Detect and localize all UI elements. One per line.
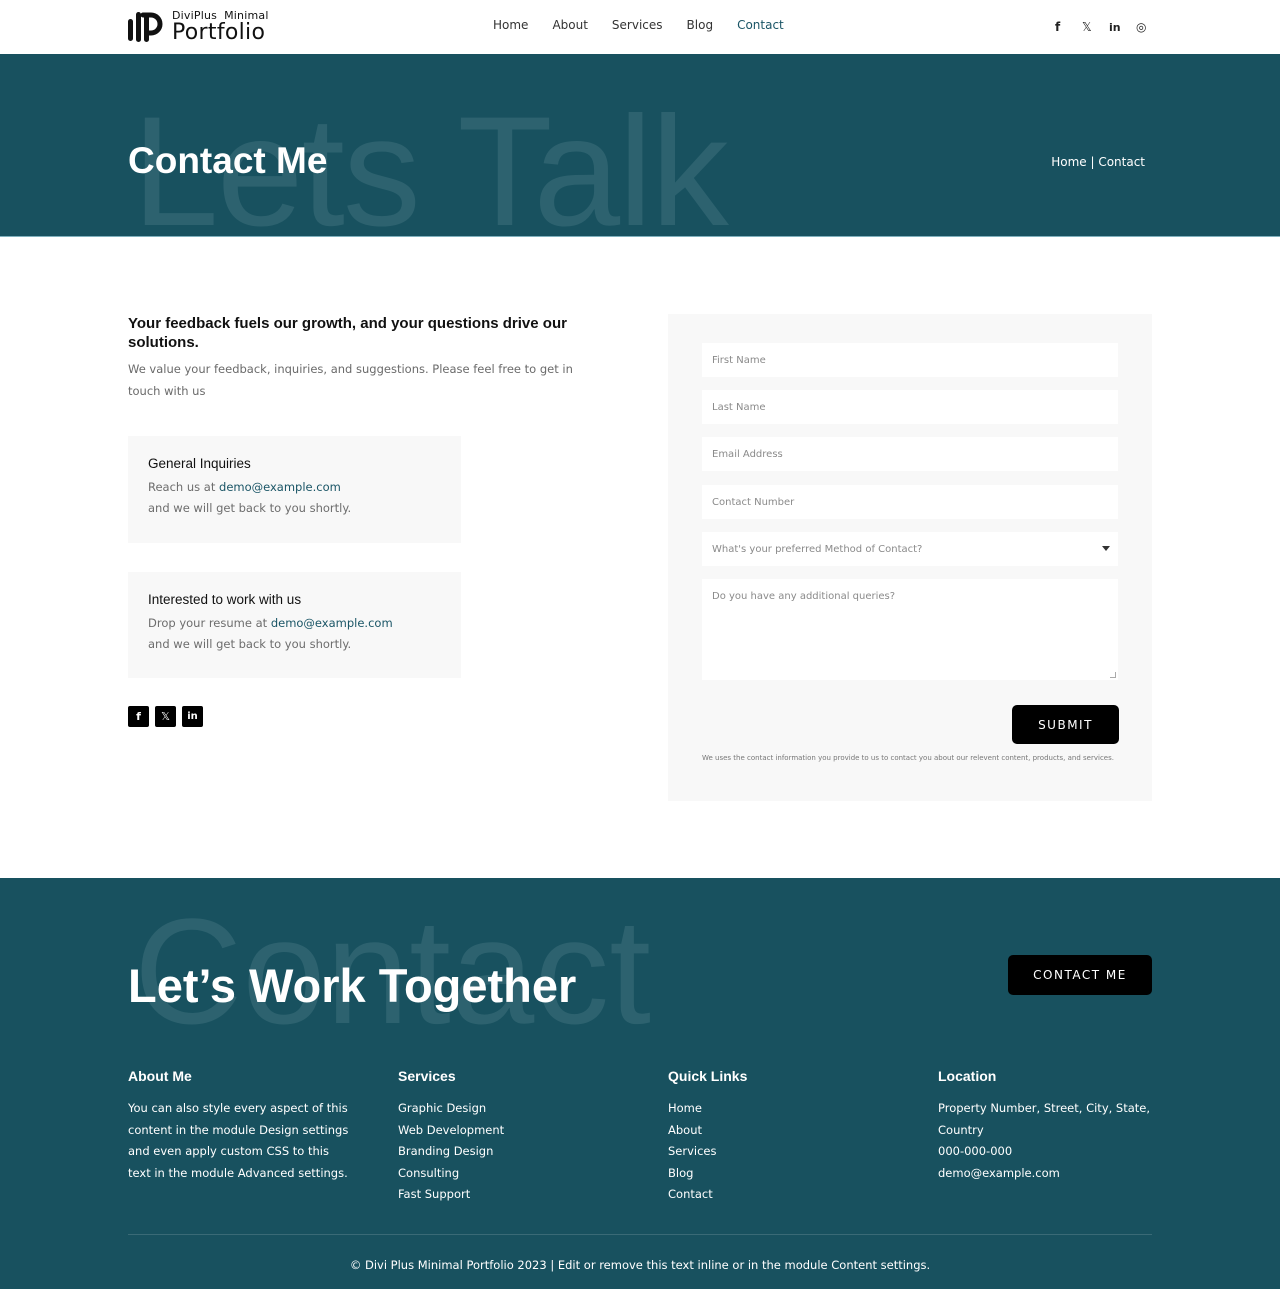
card-text-suffix: and we will get back to you shortly. xyxy=(148,501,352,515)
card-text-prefix: Drop your resume at xyxy=(148,616,271,630)
service-link[interactable]: Consulting xyxy=(398,1163,504,1185)
facebook-icon[interactable]: f xyxy=(1055,19,1082,35)
submit-button[interactable]: SUBMIT xyxy=(1012,705,1119,744)
work-with-us-card: Interested to work with us Drop your res… xyxy=(128,572,461,678)
card-title: General Inquiries xyxy=(148,456,251,471)
site-header: DiviPlus Minimal Portfolio Home About Ser… xyxy=(0,0,1280,54)
x-twitter-icon[interactable]: 𝕏 xyxy=(155,706,176,727)
contact-me-button[interactable]: CONTACT ME xyxy=(1008,955,1152,995)
about-line: and even apply custom CSS to this xyxy=(128,1144,329,1158)
header-social-links: f 𝕏 in ◎ xyxy=(1055,19,1163,35)
service-link[interactable]: Fast Support xyxy=(398,1184,504,1206)
copyright-text: © Divi Plus Minimal Portfolio 2023 | Edi… xyxy=(349,1258,931,1272)
nav-services[interactable]: Services xyxy=(612,18,663,32)
contact-method-select[interactable]: What's your preferred Method of Contact? xyxy=(702,532,1118,566)
last-name-input[interactable]: Last Name xyxy=(702,390,1118,424)
service-link[interactable]: Web Development xyxy=(398,1120,504,1142)
about-line: You can also style every aspect of this xyxy=(128,1101,348,1115)
footer-about: About Me You can also style every aspect… xyxy=(128,1068,348,1184)
card-email-link[interactable]: demo@example.com xyxy=(219,480,341,494)
page-hero: Lets Talk Contact Me Home | Contact xyxy=(0,54,1280,237)
contact-number-input[interactable]: Contact Number xyxy=(702,485,1118,519)
logo-mark-icon xyxy=(128,9,164,45)
queries-placeholder: Do you have any additional queries? xyxy=(712,591,896,602)
first-name-input[interactable]: First Name xyxy=(702,343,1118,377)
quick-link-about[interactable]: About xyxy=(668,1120,747,1142)
quick-link-contact[interactable]: Contact xyxy=(668,1184,747,1206)
footer-divider xyxy=(128,1234,1152,1235)
card-text-suffix: and we will get back to you shortly. xyxy=(148,637,352,651)
x-twitter-icon[interactable]: 𝕏 xyxy=(1082,19,1109,35)
facebook-icon[interactable]: f xyxy=(128,706,149,727)
nav-home[interactable]: Home xyxy=(493,18,528,32)
nav-blog[interactable]: Blog xyxy=(687,18,714,32)
linkedin-icon[interactable]: in xyxy=(1109,19,1136,35)
phone-number: 000-000-000 xyxy=(938,1144,1013,1158)
instagram-icon[interactable]: ◎ xyxy=(1136,19,1163,35)
about-line: text in the module Advanced settings. xyxy=(128,1165,348,1180)
footer-location: Location Property Number, Street, City, … xyxy=(938,1068,1150,1184)
contact-method-selected: What's your preferred Method of Contact? xyxy=(712,543,923,555)
nav-contact[interactable]: Contact xyxy=(737,18,784,32)
email-input[interactable]: Email Address xyxy=(702,437,1118,471)
service-link[interactable]: Graphic Design xyxy=(398,1098,504,1120)
intro-heading: Your feedback fuels our growth, and your… xyxy=(128,315,567,351)
about-line: content in the module Design settings xyxy=(128,1122,349,1137)
general-inquiries-card: General Inquiries Reach us at demo@examp… xyxy=(128,436,461,543)
contact-form: First Name Last Name Email Address Conta… xyxy=(668,314,1152,801)
footer-services: Services Graphic Design Web Development … xyxy=(398,1068,504,1206)
card-email-link[interactable]: demo@example.com xyxy=(271,616,393,630)
address-line: Property Number, Street, City, State, xyxy=(938,1101,1151,1115)
social-square-links: f 𝕏 in xyxy=(128,706,203,727)
nav-about[interactable]: About xyxy=(552,18,587,32)
resize-handle-icon[interactable] xyxy=(1110,672,1116,678)
footer-quick-links: Quick Links Home About Services Blog Con… xyxy=(668,1068,747,1206)
intro-text: We value your feedback, inquiries, and s… xyxy=(128,362,573,398)
card-text: Reach us at demo@example.com and we will… xyxy=(148,477,441,519)
card-text-prefix: Reach us at xyxy=(148,480,220,494)
logo-text-bottom: Portfolio xyxy=(172,20,266,45)
footer-title: Let’s Work Together xyxy=(128,959,577,1012)
quick-link-blog[interactable]: Blog xyxy=(668,1163,747,1185)
page-title: Contact Me xyxy=(128,140,328,181)
footer-email-link[interactable]: demo@example.com xyxy=(938,1163,1150,1185)
queries-textarea[interactable]: Do you have any additional queries? xyxy=(702,579,1118,680)
main-nav: Home About Services Blog Contact xyxy=(493,18,808,32)
linkedin-icon[interactable]: in xyxy=(182,706,203,727)
logo[interactable]: DiviPlus Minimal Portfolio xyxy=(128,9,276,45)
chevron-down-icon xyxy=(1102,546,1110,551)
address-line: Country xyxy=(938,1122,984,1137)
card-text: Drop your resume at demo@example.com and… xyxy=(148,613,441,655)
quick-link-services[interactable]: Services xyxy=(668,1141,747,1163)
quick-link-home[interactable]: Home xyxy=(668,1098,747,1120)
footer-heading: Services xyxy=(398,1068,456,1084)
breadcrumb[interactable]: Home | Contact xyxy=(1051,155,1145,169)
card-title: Interested to work with us xyxy=(148,592,302,607)
site-footer: Contact Let’s Work Together CONTACT ME A… xyxy=(0,878,1280,1289)
footer-heading: Location xyxy=(938,1068,997,1084)
hero-divider xyxy=(0,236,1280,237)
footer-heading: About Me xyxy=(128,1068,192,1084)
privacy-disclaimer: We uses the contact information you prov… xyxy=(702,754,1114,762)
service-link[interactable]: Branding Design xyxy=(398,1141,504,1163)
footer-heading: Quick Links xyxy=(668,1068,748,1084)
